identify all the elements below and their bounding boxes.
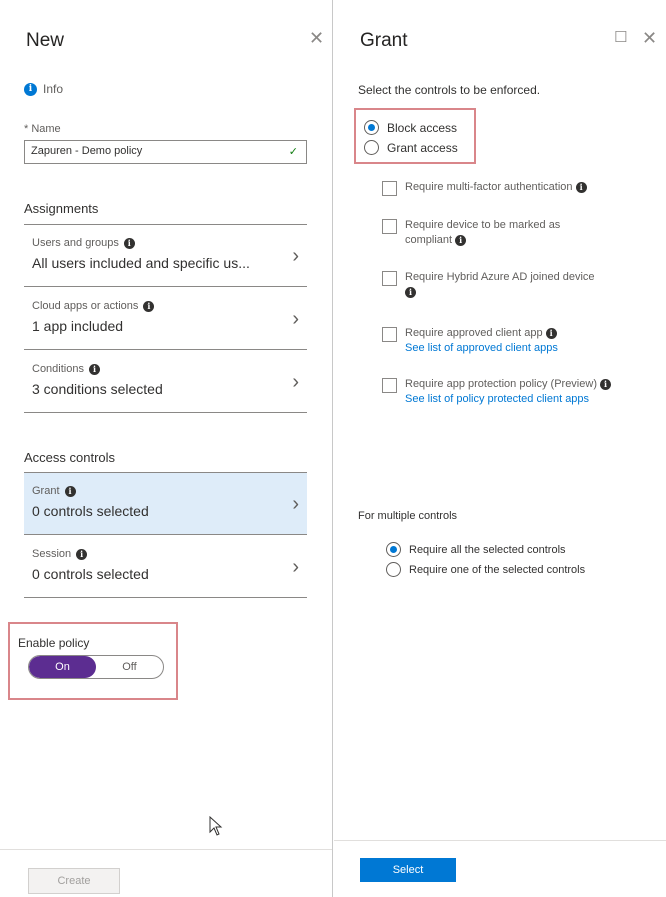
toggle-on-option[interactable]: On [29, 656, 96, 678]
nav-item-value: 3 conditions selected [32, 381, 163, 397]
radio-button[interactable] [364, 120, 379, 135]
control-require-compliant-device[interactable]: Require device to be marked as compliant… [382, 218, 657, 248]
chevron-right-icon: › [292, 556, 299, 578]
radio-block-access[interactable]: Block access [364, 120, 457, 135]
access-controls-heading: Access controls [24, 450, 116, 465]
create-button[interactable]: Create [28, 868, 120, 894]
nav-item-label: Session [32, 548, 72, 560]
nav-item-value: 0 controls selected [32, 503, 149, 519]
checkbox[interactable] [382, 327, 397, 342]
info-icon: i [143, 300, 155, 312]
checkbox[interactable] [382, 219, 397, 234]
grant-intro-text: Select the controls to be enforced. [358, 83, 541, 97]
nav-item-label: Conditions [32, 363, 84, 375]
radio-grant-access[interactable]: Grant access [364, 140, 458, 155]
radio-label: Grant access [387, 140, 458, 155]
checkbox[interactable] [382, 181, 397, 196]
grant-blade: Grant ☐ ✕ Select the controls to be enfo… [334, 0, 666, 897]
info-icon: i [545, 328, 557, 339]
chevron-right-icon: › [292, 308, 299, 330]
control-require-approved-app[interactable]: Require approved client app i See list o… [382, 326, 657, 356]
footer-divider [334, 840, 666, 841]
control-require-mfa[interactable]: Require multi-factor authentication i [382, 180, 657, 196]
select-button[interactable]: Select [360, 858, 456, 882]
grant-blade-title: Grant [360, 30, 408, 51]
radio-require-one[interactable]: Require one of the selected controls [386, 562, 585, 577]
chevron-right-icon: › [292, 245, 299, 267]
mouse-cursor-icon [209, 816, 223, 836]
name-input-value: Zapuren - Demo policy [31, 145, 143, 157]
control-require-app-protection[interactable]: Require app protection policy (Preview) … [382, 377, 657, 407]
control-require-hybrid-joined[interactable]: Require Hybrid Azure AD joined device i [382, 270, 657, 300]
chevron-right-icon: › [292, 493, 299, 515]
radio-label: Require one of the selected controls [409, 563, 586, 576]
info-icon: i [405, 287, 416, 298]
nav-item-value: All users included and specific us... [32, 255, 250, 271]
enable-policy-label: Enable policy [18, 636, 90, 650]
control-label: Require Hybrid Azure AD joined device [405, 271, 595, 283]
info-link[interactable]: i Info [24, 82, 63, 96]
info-label: Info [43, 82, 64, 96]
info-icon: i [455, 235, 467, 246]
control-label: Require device to be marked as compliant [405, 219, 561, 246]
checkbox[interactable] [382, 271, 397, 286]
info-icon: i [575, 182, 587, 193]
grant-blade-header: Grant ☐ ✕ [334, 0, 666, 74]
nav-item-session[interactable]: Session i 0 controls selected › [24, 536, 307, 598]
new-blade-header: New ✕ [0, 0, 332, 74]
info-icon: i [64, 485, 76, 497]
info-icon: i [88, 363, 100, 375]
nav-item-cloud-apps[interactable]: Cloud apps or actions i 1 app included › [24, 288, 307, 350]
radio-button[interactable] [386, 542, 401, 557]
nav-item-label: Cloud apps or actions [32, 300, 139, 312]
nav-item-label: Grant [32, 485, 60, 497]
control-label: Require app protection policy (Preview) [405, 378, 597, 390]
checkmark-icon: ✓ [288, 146, 298, 158]
new-blade-title: New [26, 30, 65, 51]
info-icon: i [76, 548, 88, 560]
nav-item-conditions[interactable]: Conditions i 3 conditions selected › [24, 351, 307, 413]
radio-label: Block access [387, 120, 458, 135]
nav-item-grant[interactable]: Grant i 0 controls selected › [24, 473, 307, 535]
control-label: Require approved client app [405, 327, 543, 339]
chevron-right-icon: › [292, 371, 299, 393]
close-icon[interactable]: ✕ [642, 28, 657, 48]
name-input[interactable]: Zapuren - Demo policy ✓ [24, 140, 307, 164]
multiple-controls-label: For multiple controls [358, 510, 458, 522]
control-label: Require multi-factor authentication [405, 181, 573, 193]
new-policy-blade: New ✕ i Info * Name Zapuren - Demo polic… [0, 0, 333, 897]
radio-require-all[interactable]: Require all the selected controls [386, 542, 566, 557]
protected-apps-link[interactable]: See list of policy protected client apps [405, 392, 611, 407]
nav-item-value: 0 controls selected [32, 566, 149, 582]
name-label: * Name [24, 123, 61, 135]
radio-button[interactable] [386, 562, 401, 577]
info-icon: i [24, 82, 37, 96]
access-options-highlight [354, 108, 476, 164]
approved-apps-link[interactable]: See list of approved client apps [405, 341, 558, 356]
nav-item-value: 1 app included [32, 318, 124, 334]
footer-divider [0, 849, 332, 850]
radio-button[interactable] [364, 140, 379, 155]
radio-label: Require all the selected controls [409, 543, 566, 556]
maximize-icon[interactable]: ☐ [614, 28, 627, 48]
nav-item-users-and-groups[interactable]: Users and groups i All users included an… [24, 225, 307, 287]
toggle-off-option[interactable]: Off [96, 656, 163, 678]
close-icon[interactable]: ✕ [309, 28, 324, 48]
checkbox[interactable] [382, 378, 397, 393]
nav-item-label: Users and groups [32, 237, 119, 249]
assignments-heading: Assignments [24, 201, 99, 216]
info-icon: i [600, 379, 612, 390]
info-icon: i [123, 237, 135, 249]
enable-policy-toggle[interactable]: On Off [28, 655, 164, 679]
